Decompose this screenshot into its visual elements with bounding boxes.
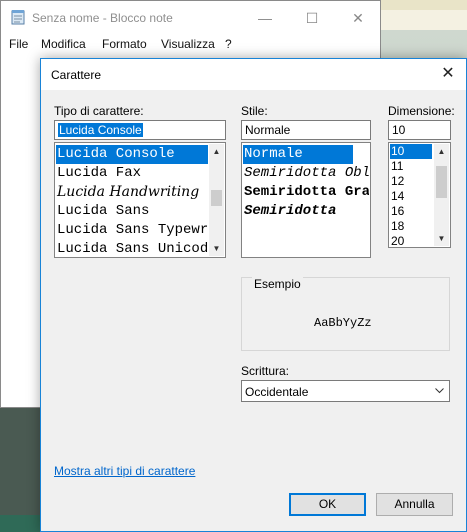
close-button[interactable]: ✕ <box>343 8 373 28</box>
size-label: Dimensione: <box>388 104 455 118</box>
font-list-item[interactable]: Lucida Sans Typewriter <box>56 221 208 240</box>
size-list-scrollbar[interactable]: ▲ ▼ <box>434 144 449 246</box>
scroll-down-icon[interactable]: ▼ <box>434 231 449 246</box>
style-list-item[interactable]: Normale <box>243 145 353 164</box>
font-list-item[interactable]: Lucida Console <box>56 145 208 164</box>
size-list-item[interactable]: 20 <box>390 234 432 247</box>
script-select[interactable]: Occidentale <box>241 380 450 402</box>
menu-file[interactable]: File <box>9 37 28 51</box>
more-fonts-link[interactable]: Mostra altri tipi di carattere <box>54 464 195 478</box>
scroll-up-icon[interactable]: ▲ <box>209 144 224 159</box>
sample-label: Esempio <box>252 277 303 291</box>
font-list[interactable]: Lucida Console Lucida Fax Lucida Handwri… <box>54 142 226 258</box>
size-list-item[interactable]: 16 <box>390 204 432 219</box>
scroll-down-icon[interactable]: ▼ <box>209 241 224 256</box>
script-select-value: Occidentale <box>245 385 309 399</box>
dialog-titlebar[interactable]: Carattere ✕ <box>41 59 466 90</box>
font-list-item[interactable]: Lucida Sans Unicode <box>56 240 208 257</box>
dialog-close-icon[interactable]: ✕ <box>436 63 460 85</box>
notepad-title: Senza nome - Blocco note <box>32 11 173 25</box>
scroll-thumb[interactable] <box>211 190 222 206</box>
font-list-item[interactable]: Lucida Sans <box>56 202 208 221</box>
style-input-value: Normale <box>245 123 291 137</box>
notepad-icon <box>11 10 25 25</box>
script-label: Scrittura: <box>241 364 290 378</box>
maximize-button[interactable]: ☐ <box>297 8 327 28</box>
font-label: Tipo di carattere: <box>54 104 144 118</box>
cancel-button[interactable]: Annulla <box>376 493 453 516</box>
font-list-scrollbar[interactable]: ▲ ▼ <box>209 144 224 256</box>
style-list-item[interactable]: Semiridotta <box>243 202 369 221</box>
size-list-item[interactable]: 14 <box>390 189 432 204</box>
scroll-thumb[interactable] <box>436 166 447 198</box>
minimize-button[interactable]: — <box>250 8 280 28</box>
sample-text: AaBbYyZz <box>314 316 372 330</box>
scroll-up-icon[interactable]: ▲ <box>434 144 449 159</box>
font-dialog: Carattere ✕ Tipo di carattere: Lucida Co… <box>40 58 467 532</box>
size-input-value: 10 <box>392 123 406 137</box>
size-list-item[interactable]: 10 <box>390 144 432 159</box>
menu-help[interactable]: ? <box>225 37 232 51</box>
font-list-item[interactable]: Lucida Fax <box>56 164 208 183</box>
ok-button[interactable]: OK <box>289 493 366 516</box>
font-input-value: Lucida Console <box>58 123 143 137</box>
dialog-title: Carattere <box>51 68 102 82</box>
menu-visualizza[interactable]: Visualizza <box>161 37 215 51</box>
style-label: Stile: <box>241 104 268 118</box>
chevron-down-icon <box>435 388 444 394</box>
style-list-item[interactable]: Semiridotta Obliquo <box>243 164 369 183</box>
style-list-item[interactable]: Semiridotta Grassetto <box>243 183 369 202</box>
menu-bar: File Modifica Formato Visualizza ? <box>1 34 380 54</box>
size-list-item[interactable]: 18 <box>390 219 432 234</box>
sample-group: Esempio AaBbYyZz <box>241 277 450 351</box>
menu-modifica[interactable]: Modifica <box>41 37 86 51</box>
style-input[interactable]: Normale <box>241 120 371 140</box>
size-list[interactable]: 10 11 12 14 16 18 20 ▲ ▼ <box>388 142 451 248</box>
font-list-item[interactable]: Lucida Handwriting <box>56 183 208 202</box>
size-list-item[interactable]: 12 <box>390 174 432 189</box>
size-input[interactable]: 10 <box>388 120 451 140</box>
notepad-titlebar[interactable]: Senza nome - Blocco note — ☐ ✕ <box>1 1 380 34</box>
size-list-item[interactable]: 11 <box>390 159 432 174</box>
style-list[interactable]: Normale Semiridotta Obliquo Semiridotta … <box>241 142 371 258</box>
font-input[interactable]: Lucida Console <box>54 120 226 140</box>
menu-formato[interactable]: Formato <box>102 37 147 51</box>
